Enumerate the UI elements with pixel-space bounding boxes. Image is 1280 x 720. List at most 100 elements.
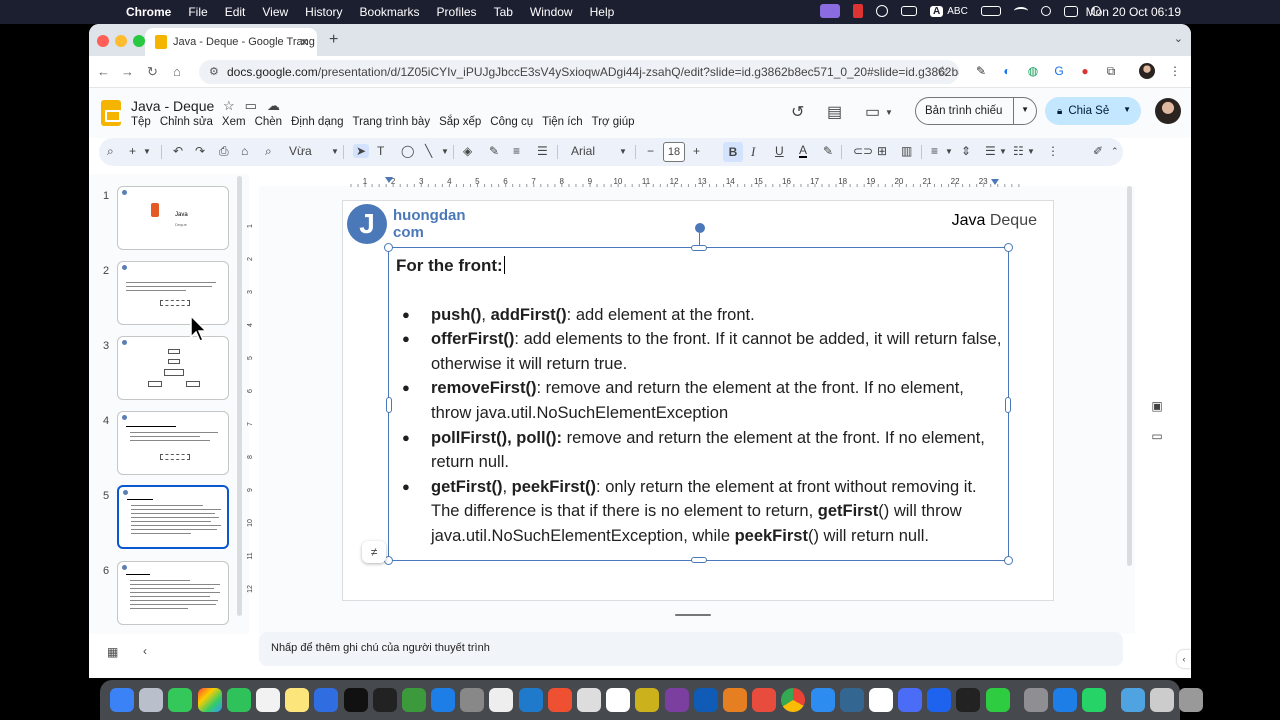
vscode-icon[interactable] bbox=[518, 688, 543, 712]
resize-handle-ne[interactable] bbox=[1004, 243, 1013, 252]
android-studio-icon[interactable] bbox=[401, 688, 426, 712]
menu-history[interactable]: History bbox=[305, 5, 342, 19]
edit-mode-icon[interactable]: ✐ bbox=[1093, 144, 1103, 158]
cloud-status-icon[interactable]: ☁ bbox=[267, 98, 280, 114]
align-text-icon[interactable]: ≡ bbox=[931, 144, 938, 158]
messages-icon[interactable] bbox=[168, 688, 193, 712]
numbered-list-icon[interactable]: ☷ bbox=[1013, 144, 1024, 158]
menubar-clock[interactable]: Mon 20 Oct 06:19 bbox=[1086, 5, 1181, 19]
line-spacing-icon[interactable]: ⇕ bbox=[961, 144, 971, 158]
postgres-icon[interactable] bbox=[839, 688, 864, 712]
bookmark-star-icon[interactable]: ☆ bbox=[936, 63, 949, 80]
menu-app-chrome[interactable]: Chrome bbox=[126, 5, 171, 19]
screen-record-icon[interactable] bbox=[820, 4, 840, 18]
slide-thumbnail-5[interactable] bbox=[117, 485, 229, 549]
close-tab-icon[interactable]: ✕ bbox=[300, 36, 309, 49]
menu-file-vi[interactable]: Tệp bbox=[131, 116, 151, 128]
redo-icon[interactable]: ↷ bbox=[195, 144, 205, 158]
menu-extensions-vi[interactable]: Tiện ích bbox=[542, 116, 582, 128]
undo-icon[interactable]: ↶ bbox=[173, 144, 183, 158]
slide-heading[interactable]: Java Deque bbox=[952, 212, 1037, 230]
filmstrip-scrollbar[interactable] bbox=[237, 176, 242, 616]
menu-view-vi[interactable]: Xem bbox=[222, 116, 246, 128]
extension-grammar-icon[interactable]: G bbox=[1051, 63, 1067, 79]
border-color-icon[interactable]: ✎ bbox=[489, 144, 499, 158]
autofit-options-icon[interactable]: ≠ bbox=[362, 541, 386, 563]
print-icon[interactable]: ⎙ bbox=[219, 144, 229, 159]
postman-icon[interactable] bbox=[489, 688, 514, 712]
back-icon[interactable]: ← bbox=[97, 64, 110, 79]
menu-edit[interactable]: Edit bbox=[225, 5, 246, 19]
slide-thumbnail-2[interactable] bbox=[117, 261, 229, 325]
capcut-icon[interactable] bbox=[868, 688, 893, 712]
home-icon[interactable]: ⌂ bbox=[173, 64, 181, 79]
new-tab-button[interactable]: + bbox=[329, 31, 338, 49]
font-select[interactable]: Arial bbox=[571, 144, 595, 158]
grid-view-icon[interactable]: ▦ bbox=[107, 645, 118, 659]
meet-icon[interactable]: ▭ bbox=[865, 102, 880, 122]
bold-button[interactable]: B bbox=[723, 142, 743, 162]
xcode-icon[interactable] bbox=[693, 688, 718, 712]
input-source[interactable]: A ABC bbox=[930, 5, 968, 17]
vertical-ruler[interactable]: 123456789101112 bbox=[247, 196, 257, 606]
app-store-icon[interactable] bbox=[431, 688, 456, 712]
menu-insert-vi[interactable]: Chèn bbox=[255, 116, 283, 128]
system-settings-icon[interactable] bbox=[1024, 688, 1048, 712]
comments-icon[interactable]: ▤ bbox=[827, 102, 842, 122]
line-dropdown-icon[interactable]: ▼ bbox=[441, 147, 449, 156]
slide-canvas[interactable]: J huongdan com Java Deque For the front:… bbox=[342, 200, 1054, 601]
extension-green-icon[interactable]: ◍ bbox=[1025, 63, 1041, 79]
apple-menu-icon[interactable] bbox=[100, 5, 112, 19]
chrome-menu-icon[interactable]: ⋮ bbox=[1167, 63, 1183, 79]
font-dropdown-icon[interactable]: ▼ bbox=[619, 147, 627, 156]
folder-icon[interactable]: ▭ bbox=[1143, 422, 1171, 450]
extension-red-icon[interactable]: ● bbox=[1077, 63, 1093, 79]
url-field[interactable]: ⚙ docs.google.com/presentation/d/1Z05iCY… bbox=[199, 60, 959, 84]
preview-icon[interactable] bbox=[460, 688, 485, 712]
slide-thumbnail-3[interactable] bbox=[117, 336, 229, 400]
menu-edit-vi[interactable]: Chỉnh sửa bbox=[160, 116, 213, 128]
share-button[interactable]: 🔒︎ Chia Sẻ ▼ bbox=[1045, 97, 1141, 125]
slide-thumbnail-6[interactable] bbox=[117, 561, 229, 625]
keep-notes-icon[interactable]: ▣ bbox=[1143, 392, 1171, 420]
zoom-select[interactable]: Vừa bbox=[289, 144, 312, 158]
horizontal-ruler[interactable]: 1 2 3 4 5 6 7 8 9 10 11 12 13 14 15 16 17 18 19 20 21 22 23 bbox=[343, 175, 1055, 187]
resize-handle-w[interactable] bbox=[386, 397, 392, 413]
reminders-icon[interactable] bbox=[255, 688, 280, 712]
terminal-icon[interactable] bbox=[956, 688, 981, 712]
fill-color-icon[interactable]: ◈ bbox=[463, 144, 472, 158]
app-status-icon[interactable] bbox=[853, 4, 863, 18]
profile-avatar-icon[interactable] bbox=[1139, 63, 1155, 79]
collapse-toolbar-icon[interactable]: ⌃ bbox=[1111, 146, 1119, 157]
close-window-button[interactable] bbox=[97, 35, 109, 47]
rotate-handle[interactable] bbox=[695, 223, 705, 233]
sublime-icon[interactable] bbox=[635, 688, 660, 712]
side-panel-toggle-icon[interactable]: ‹ bbox=[1177, 650, 1191, 668]
pages-icon[interactable] bbox=[722, 688, 747, 712]
mask-app-icon[interactable] bbox=[577, 688, 601, 712]
menu-tab[interactable]: Tab bbox=[494, 5, 513, 19]
slideshow-button[interactable]: Bản trình chiếu ▼ bbox=[915, 97, 1037, 125]
launchpad-icon[interactable] bbox=[139, 688, 164, 712]
slides-logo-icon[interactable] bbox=[101, 100, 121, 126]
resize-handle-nw[interactable] bbox=[384, 243, 393, 252]
resize-handle-n[interactable] bbox=[691, 245, 707, 251]
whatsapp-icon[interactable] bbox=[1082, 688, 1107, 712]
cursor-app-icon[interactable] bbox=[985, 688, 1010, 712]
share-dropdown-icon[interactable]: ▼ bbox=[1123, 105, 1131, 114]
shape-icon[interactable]: ◯ bbox=[401, 144, 414, 158]
canvas-scrollbar[interactable] bbox=[1127, 186, 1132, 566]
highlight-icon[interactable]: ✎ bbox=[823, 144, 833, 158]
burst-icon[interactable] bbox=[752, 688, 777, 712]
text-box-icon[interactable]: T bbox=[377, 144, 384, 158]
reload-icon[interactable]: ↻ bbox=[147, 64, 158, 80]
speaker-notes-field[interactable]: Nhấp để thêm ghi chú của người thuyết tr… bbox=[259, 632, 1123, 666]
chrome-dock-icon[interactable] bbox=[781, 688, 806, 712]
zoom-dropdown-icon[interactable]: ▼ bbox=[331, 147, 339, 156]
italic-button[interactable]: I bbox=[751, 144, 755, 160]
slide-thumbnail-1[interactable]: Java Deque bbox=[117, 186, 229, 250]
finder-icon[interactable] bbox=[110, 688, 134, 712]
spotlight-icon[interactable] bbox=[1040, 6, 1051, 16]
car-icon[interactable] bbox=[901, 6, 917, 16]
app-store-2-icon[interactable] bbox=[1053, 688, 1078, 712]
